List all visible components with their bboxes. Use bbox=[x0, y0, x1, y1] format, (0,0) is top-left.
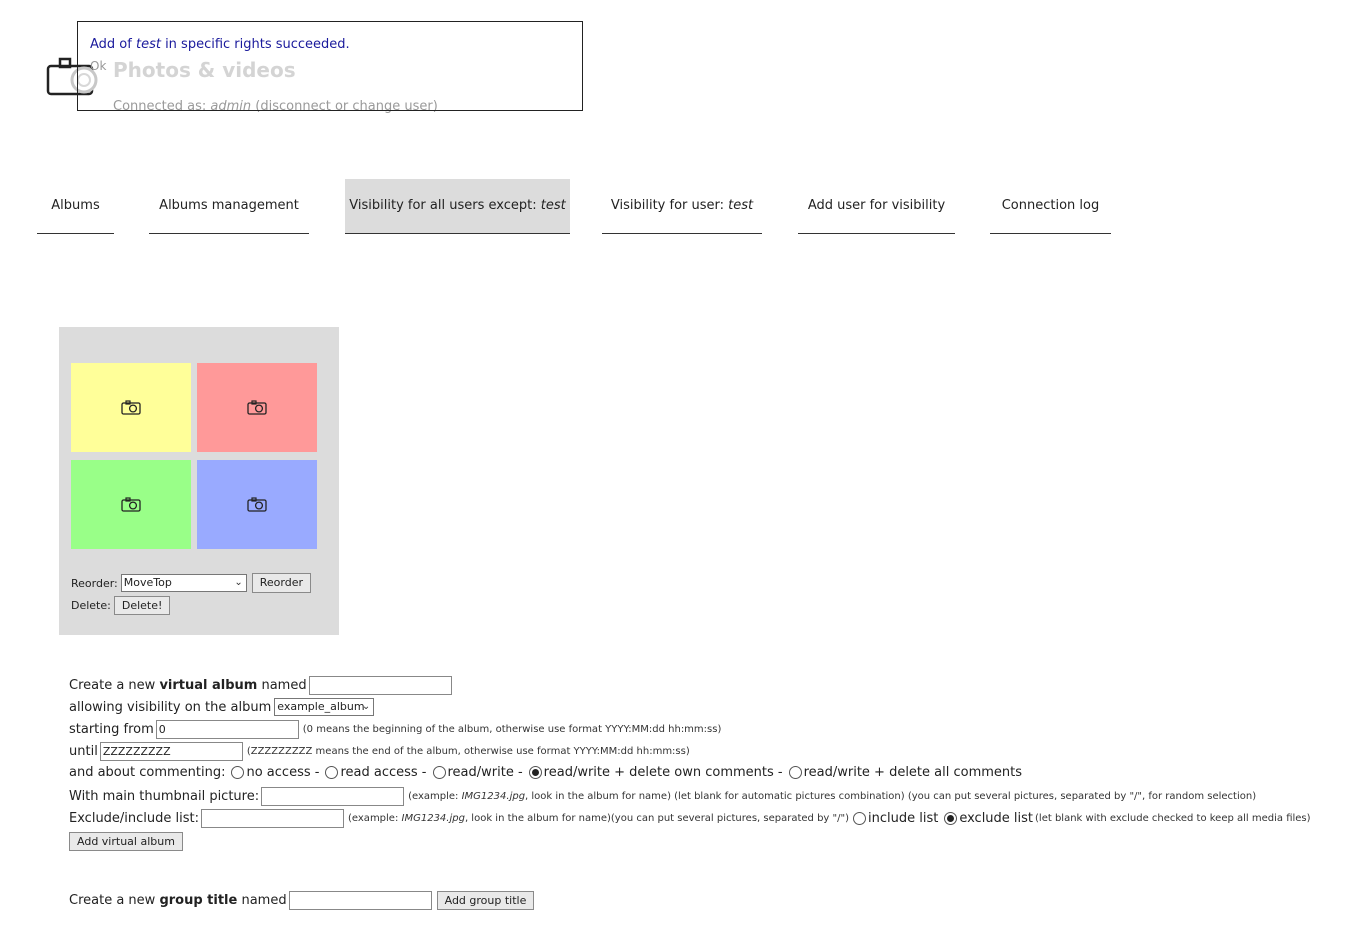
album-select-value: example_album bbox=[277, 700, 365, 713]
until-row: until ZZZZZZZZZ (ZZZZZZZZZ means the end… bbox=[69, 742, 690, 761]
thumbnail-hint: (example: IMG1234.jpg, look in the album… bbox=[408, 791, 1256, 802]
hint-suffix: , look in the album for name)(you can pu… bbox=[464, 813, 849, 824]
group-title-input[interactable] bbox=[288, 891, 432, 910]
main-thumbnail-input[interactable] bbox=[261, 787, 405, 806]
radio-label: read/write - bbox=[447, 765, 523, 780]
radio-label: no access - bbox=[246, 765, 320, 780]
album-thumbnail[interactable] bbox=[197, 363, 317, 452]
include-list-label: include list bbox=[867, 811, 939, 826]
hint-example: IMG1234.jpg bbox=[401, 813, 465, 824]
camera-icon bbox=[121, 497, 141, 512]
album-thumbnail[interactable] bbox=[71, 460, 191, 549]
reorder-row: Reorder: MoveTop ⌄ Reorder bbox=[71, 573, 312, 593]
starting-from-input[interactable]: 0 bbox=[155, 720, 299, 739]
camera-icon bbox=[247, 400, 267, 415]
commenting-row: and about commenting: no access - read a… bbox=[69, 765, 1022, 780]
tab-label: Visibility for user: bbox=[610, 198, 729, 213]
group-prefix: Create a new bbox=[69, 893, 160, 908]
exclude-hint: (example: IMG1234.jpg, look in the album… bbox=[348, 813, 849, 824]
tab-connection-log[interactable]: Connection log bbox=[990, 179, 1111, 234]
group-bold: group title bbox=[159, 893, 238, 908]
exclude-list-label: exclude list bbox=[959, 811, 1034, 826]
delete-row: Delete: Delete! bbox=[71, 596, 171, 615]
camera-icon bbox=[247, 497, 267, 512]
chevron-down-icon: ⌄ bbox=[234, 577, 243, 588]
thumbnail-row: With main thumbnail picture: (example: I… bbox=[69, 787, 1256, 806]
until-hint: (ZZZZZZZZZ means the end of the album, o… bbox=[246, 746, 690, 757]
virtual-album-row: Create a new virtual album named bbox=[69, 676, 454, 695]
chevron-down-icon: ⌄ bbox=[361, 701, 371, 712]
radio-label: read/write + delete own comments - bbox=[543, 765, 783, 780]
notification-suffix: in specific rights succeeded. bbox=[160, 37, 350, 52]
add-virtual-album-button[interactable]: Add virtual album bbox=[69, 832, 183, 851]
tab-visibility-for-user[interactable]: Visibility for user: test bbox=[602, 179, 762, 234]
exclude-trailing-hint: (let blank with exclude checked to keep … bbox=[1035, 813, 1311, 824]
until-input[interactable]: ZZZZZZZZZ bbox=[99, 742, 243, 761]
album-panel: Reorder: MoveTop ⌄ Reorder Delete: Delete… bbox=[59, 327, 339, 635]
reorder-select[interactable]: MoveTop ⌄ bbox=[120, 574, 247, 592]
virtual-bold: virtual album bbox=[159, 678, 258, 693]
tab-label: Albums management bbox=[159, 198, 299, 213]
reorder-select-value: MoveTop bbox=[123, 576, 172, 589]
hint-prefix: (example: bbox=[408, 791, 462, 802]
exclude-row: Exclude/include list: (example: IMG1234.… bbox=[69, 809, 1311, 828]
allowing-label: allowing visibility on the album bbox=[69, 699, 272, 715]
tab-add-user-visibility[interactable]: Add user for visibility bbox=[798, 179, 955, 234]
radio-label: read access - bbox=[340, 765, 427, 780]
reorder-label: Reorder: bbox=[71, 576, 118, 590]
tab-albums[interactable]: Albums bbox=[37, 179, 114, 234]
tab-label: Connection log bbox=[1001, 198, 1100, 213]
hint-example: IMG1234.jpg bbox=[461, 791, 526, 802]
exclude-include-input[interactable] bbox=[201, 809, 345, 828]
camera-icon bbox=[121, 400, 141, 415]
radio-include-list[interactable] bbox=[852, 812, 866, 825]
radio-label: read/write + delete all comments bbox=[803, 765, 1023, 780]
tab-label: Add user for visibility bbox=[807, 198, 946, 213]
virtual-suffix: named bbox=[257, 678, 307, 693]
virtual-prefix: Create a new bbox=[69, 678, 160, 693]
thumbnail-label: With main thumbnail picture: bbox=[69, 789, 260, 804]
radio-read-access[interactable] bbox=[325, 766, 339, 779]
album-select[interactable]: example_album ⌄ bbox=[274, 698, 375, 716]
until-label: until bbox=[69, 744, 98, 759]
tab-albums-management[interactable]: Albums management bbox=[149, 179, 309, 234]
starting-row: starting from 0 (0 means the beginning o… bbox=[69, 720, 721, 739]
delete-button[interactable]: Delete! bbox=[113, 596, 171, 615]
notification-box: Add of test in specific rights succeeded… bbox=[77, 21, 583, 111]
delete-label: Delete: bbox=[71, 599, 111, 612]
radio-read-write-delete-own[interactable] bbox=[528, 766, 542, 779]
album-thumbnail[interactable] bbox=[71, 363, 191, 452]
notification-prefix: Add of bbox=[90, 37, 136, 52]
add-group-title-button[interactable]: Add group title bbox=[436, 891, 535, 910]
group-title-row: Create a new group title named Add group… bbox=[69, 891, 535, 910]
radio-read-write[interactable] bbox=[432, 766, 446, 779]
tab-visibility-all-except[interactable]: Visibility for all users except: test bbox=[345, 179, 570, 234]
tab-user: test bbox=[728, 198, 754, 213]
radio-no-access[interactable] bbox=[231, 766, 245, 779]
allowing-row: allowing visibility on the album example… bbox=[69, 698, 375, 716]
starting-hint: (0 means the beginning of the album, oth… bbox=[302, 724, 722, 735]
hint-suffix: , look in the album for name) (let blank… bbox=[525, 791, 1257, 802]
notification-message: Add of test in specific rights succeeded… bbox=[90, 37, 350, 52]
notification-ok-button[interactable]: Ok bbox=[90, 59, 106, 73]
add-virtual-row: Add virtual album bbox=[69, 832, 183, 851]
album-thumbnail[interactable] bbox=[197, 460, 317, 549]
notification-user: test bbox=[135, 37, 161, 52]
tab-user: test bbox=[540, 198, 566, 213]
reorder-button[interactable]: Reorder bbox=[251, 573, 312, 593]
tab-label: Albums bbox=[51, 198, 100, 213]
exclude-label: Exclude/include list: bbox=[69, 811, 200, 826]
group-suffix: named bbox=[237, 893, 287, 908]
starting-label: starting from bbox=[69, 722, 154, 737]
tab-label: Visibility for all users except: bbox=[349, 198, 541, 213]
hint-prefix: (example: bbox=[348, 813, 402, 824]
virtual-album-name-input[interactable] bbox=[308, 676, 452, 695]
radio-exclude-list[interactable] bbox=[944, 812, 958, 825]
commenting-label: and about commenting: bbox=[69, 765, 226, 780]
radio-read-write-delete-all[interactable] bbox=[788, 766, 802, 779]
